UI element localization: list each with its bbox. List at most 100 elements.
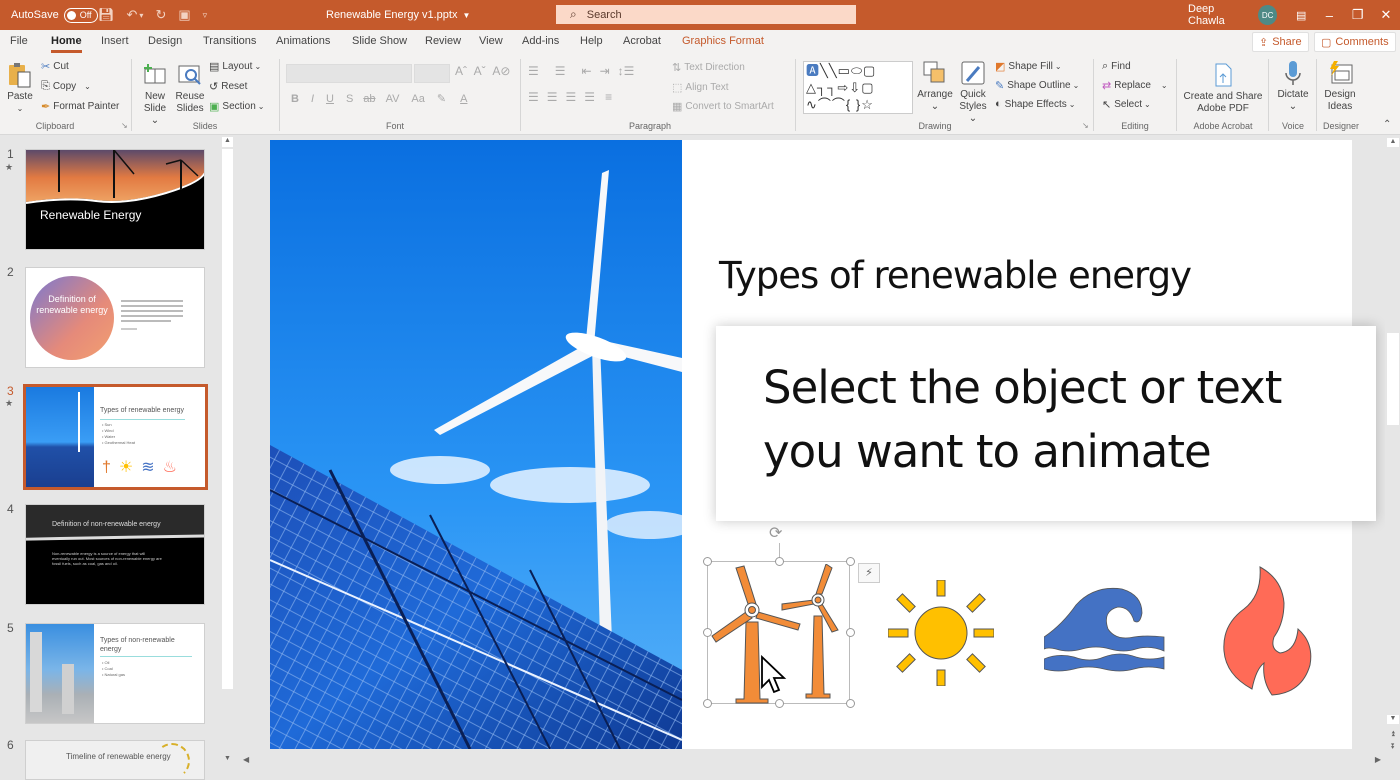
cut-button[interactable]: ✂ Cut (41, 60, 69, 73)
format-painter-button[interactable]: ✒ Format Painter (41, 100, 119, 113)
arrange-button[interactable]: Arrange ⌄ (917, 59, 953, 113)
change-case-button[interactable]: Aa (411, 93, 424, 105)
slide-thumbnail-2[interactable]: Definition of renewable energy (25, 267, 205, 368)
restore-icon[interactable]: ❐ (1344, 7, 1372, 23)
slide-thumbnail-5[interactable]: Types of non-renewable energy • Oil • Coa… (25, 623, 205, 724)
undo-dropdown-icon[interactable]: ▾ (139, 11, 143, 20)
tab-file[interactable]: File (10, 35, 28, 47)
tab-add-ins[interactable]: Add-ins (522, 35, 559, 47)
vertical-scrollbar[interactable]: ▲ ▼ ⏫︎ ⏬︎ (1385, 135, 1400, 767)
align-text-button[interactable]: ⬚ Align Text (672, 81, 729, 94)
tab-home[interactable]: Home (51, 35, 82, 53)
wind-solar-photo[interactable] (270, 140, 682, 749)
tab-slide-show[interactable]: Slide Show (352, 35, 407, 47)
create-adobe-pdf-button[interactable]: Create and Share Adobe PDF (1180, 61, 1266, 115)
font-color-icon[interactable]: A (460, 93, 467, 105)
autosave-control[interactable]: AutoSave Off (11, 0, 98, 30)
next-slide-icon[interactable]: ⏬︎ (1387, 742, 1399, 752)
bullets-icon[interactable]: ☰ (528, 64, 539, 78)
scroll-up-icon[interactable]: ▲ (222, 137, 233, 147)
shape-effects-button[interactable]: ◐ Shape Effects ⌄ (995, 98, 1075, 110)
reuse-slides-button[interactable]: Reuse Slides (174, 61, 206, 115)
thumbnail-scrollbar[interactable]: ▲ ▼ (221, 135, 233, 767)
reset-button[interactable]: ↺ Reset (209, 80, 247, 93)
tab-help[interactable]: Help (580, 35, 603, 47)
scroll-right-icon[interactable]: ▶ (1375, 755, 1381, 764)
text-direction-button[interactable]: ⇅ Text Direction (672, 61, 745, 74)
shape-fill-button[interactable]: ◩ Shape Fill ⌄ (995, 60, 1062, 73)
tab-acrobat[interactable]: Acrobat (623, 35, 661, 47)
decrease-font-icon[interactable]: Aˇ (474, 64, 486, 78)
fire-icon[interactable] (1222, 565, 1314, 697)
rotate-handle-icon[interactable]: ⟳ (769, 523, 782, 543)
new-slide-button[interactable]: New Slide ⌄ (140, 61, 170, 127)
increase-indent-icon[interactable]: ⇥ (600, 64, 610, 78)
wave-icon[interactable] (1044, 585, 1166, 680)
save-icon[interactable]: 💾︎ (98, 7, 115, 23)
shape-outline-button[interactable]: ✎ Shape Outline ⌄ (995, 79, 1079, 92)
underline-button[interactable]: U (326, 93, 334, 105)
slide-thumbnail-6[interactable]: Timeline of renewable energy (25, 740, 205, 780)
minimize-icon[interactable]: – (1315, 8, 1343, 23)
tab-transitions[interactable]: Transitions (203, 35, 256, 47)
avatar[interactable]: DC (1258, 5, 1278, 25)
decrease-indent-icon[interactable]: ⇤ (582, 64, 592, 78)
dictate-button[interactable]: Dictate ⌄ (1274, 59, 1312, 113)
tab-design[interactable]: Design (148, 35, 182, 47)
section-button[interactable]: ▣ Section ⌄ (209, 100, 264, 113)
user-name[interactable]: Deep Chawla (1188, 3, 1250, 27)
scroll-left-icon[interactable]: ◀ (243, 755, 249, 764)
columns-icon[interactable]: ≡ (605, 90, 612, 104)
align-right-icon[interactable]: ☰ (566, 90, 577, 104)
font-name-select[interactable] (286, 64, 412, 83)
horizontal-scrollbar[interactable]: ◀ ▶ (233, 754, 1385, 767)
sun-icon[interactable] (888, 580, 994, 686)
replace-button[interactable]: ⇄ Replace ⌄ (1102, 79, 1168, 92)
tab-view[interactable]: View (479, 35, 503, 47)
highlight-icon[interactable]: ✎ (437, 92, 446, 105)
slide-thumbnail-1[interactable]: Renewable Energy (25, 149, 205, 250)
font-size-select[interactable] (414, 64, 450, 83)
undo-icon[interactable]: ↶ (127, 7, 138, 23)
justify-icon[interactable]: ☰ (584, 90, 595, 104)
comments-button[interactable]: ▢ Comments (1314, 32, 1396, 52)
line-spacing-icon[interactable]: ↕☰ (618, 64, 635, 78)
ribbon-display-options-icon[interactable]: ▤ (1287, 9, 1315, 22)
scroll-down-icon[interactable]: ▼ (222, 755, 233, 765)
search-input[interactable]: ⌕ Search (556, 5, 856, 24)
drawing-launcher-icon[interactable]: ↘ (1082, 121, 1089, 130)
text-shadow-button[interactable]: S (346, 93, 353, 105)
scroll-down-icon[interactable]: ▼ (1387, 715, 1399, 724)
previous-slide-icon[interactable]: ⏫︎ (1387, 729, 1399, 739)
increase-font-icon[interactable]: Aˆ (455, 64, 467, 78)
tab-graphics-format[interactable]: Graphics Format (682, 35, 764, 47)
select-button[interactable]: ↖ Select ⌄ (1102, 98, 1151, 111)
slide-thumbnail-3[interactable]: Types of renewable energy • Sun • Wind • W… (23, 384, 208, 490)
present-icon[interactable]: ▣ (178, 7, 190, 23)
tab-insert[interactable]: Insert (101, 35, 129, 47)
character-spacing-button[interactable]: AV (386, 93, 400, 105)
share-button[interactable]: ⇪ Share (1252, 32, 1309, 52)
find-button[interactable]: ⌕ Find (1102, 60, 1131, 73)
strikethrough-button[interactable]: ab (363, 93, 375, 105)
align-left-icon[interactable]: ☰ (528, 90, 539, 104)
redo-icon[interactable]: ↻ (155, 7, 166, 23)
numbering-icon[interactable]: ☰ (555, 64, 566, 78)
paste-button[interactable]: Paste ⌄ (5, 61, 35, 115)
slide-thumbnail-4[interactable]: Definition of non-renewable energy Non-r… (25, 504, 205, 605)
customize-qat-icon[interactable]: ▿ (203, 10, 208, 21)
quick-styles-button[interactable]: Quick Styles ⌄ (955, 59, 991, 125)
tab-review[interactable]: Review (425, 35, 461, 47)
design-ideas-button[interactable]: Design Ideas (1320, 59, 1360, 113)
slide-title[interactable]: Types of renewable energy (719, 254, 1192, 297)
convert-smartart-button[interactable]: ▦ Convert to SmartArt (672, 100, 774, 113)
italic-button[interactable]: I (311, 93, 314, 105)
bold-button[interactable]: B (291, 93, 299, 105)
clipboard-launcher-icon[interactable]: ↘ (121, 121, 128, 130)
tab-animations[interactable]: Animations (276, 35, 330, 47)
scrollbar-thumb[interactable] (222, 149, 233, 689)
layout-button[interactable]: ▤ Layout ⌄ (209, 60, 261, 73)
collapse-ribbon-icon[interactable]: ⌃ (1383, 119, 1391, 130)
align-center-icon[interactable]: ☰ (547, 90, 558, 104)
scroll-up-icon[interactable]: ▲ (1387, 138, 1399, 147)
